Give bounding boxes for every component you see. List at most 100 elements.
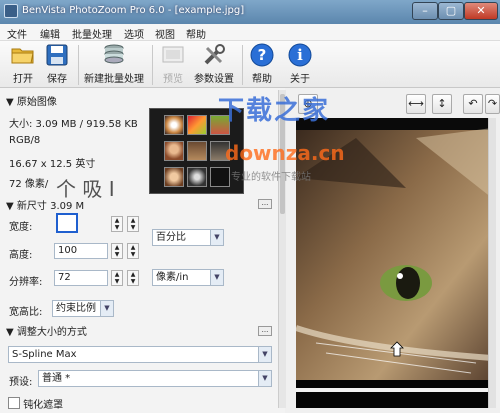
thumbnail-flower[interactable] xyxy=(164,115,184,135)
chevron-down-icon: ▼ xyxy=(100,301,113,316)
preset-label: 预设: xyxy=(9,377,33,388)
about-button[interactable]: i 关于 xyxy=(286,43,314,85)
newsize-header-value: 3.09 M xyxy=(50,201,85,212)
menu-file[interactable]: 文件 xyxy=(7,26,27,41)
rotate-right-icon[interactable]: ↷ xyxy=(485,94,500,114)
original-size: 大小: 3.09 MB / 919.58 KB xyxy=(9,119,138,130)
svg-text:i: i xyxy=(297,46,303,64)
settings-label: 参数设置 xyxy=(194,74,234,85)
size-unit-select[interactable]: 百分比 ▼ xyxy=(152,229,224,246)
info-icon: i xyxy=(287,43,313,67)
width-stepper[interactable]: ▲ ▼ xyxy=(111,216,123,232)
collapse-arrow-icon: ▼ xyxy=(6,327,14,338)
resolution-input[interactable]: 72 xyxy=(54,270,108,286)
chevron-down-icon: ▼ xyxy=(258,371,271,386)
unsharp-row[interactable]: 钝化遮罩 xyxy=(8,396,63,411)
unsharp-label: 钝化遮罩 xyxy=(23,400,64,411)
thumbnail-empty[interactable] xyxy=(210,167,230,187)
size-unit-value: 百分比 xyxy=(156,232,186,243)
original-resolution: 72 像素/ xyxy=(9,179,49,190)
method-select[interactable]: S-Spline Max ▼ xyxy=(8,346,272,363)
original-header-label: 原始图像 xyxy=(16,97,57,108)
preview-button[interactable]: 预览 xyxy=(158,43,188,85)
preset-select[interactable]: 普通 * ▼ xyxy=(38,370,272,387)
height-link-toggle[interactable]: ▲ ▼ xyxy=(127,243,139,259)
toolbar-separator xyxy=(152,45,153,85)
rotate-left-icon[interactable]: ↶ xyxy=(463,94,483,114)
title-bar: BenVista PhotoZoom Pro 6.0 - [example.jp… xyxy=(0,0,500,24)
watermark-title: 下载之家 xyxy=(218,96,331,126)
minimize-button[interactable]: – xyxy=(412,2,438,20)
width-label: 宽度: xyxy=(9,222,33,233)
menu-view[interactable]: 视图 xyxy=(155,26,175,41)
watermark-url: downza.cn xyxy=(225,141,345,165)
batch-stack-icon xyxy=(101,43,127,67)
resolution-unit-value: 像素/in xyxy=(156,272,189,283)
open-button[interactable]: 打开 xyxy=(8,43,38,85)
watermark-left: 个 吸 I xyxy=(56,177,115,201)
aspect-label: 宽高比: xyxy=(9,307,43,318)
menu-options[interactable]: 选项 xyxy=(124,26,144,41)
chevron-down-icon: ▼ xyxy=(210,270,223,285)
toolbar-separator xyxy=(78,45,79,85)
resolution-unit-select[interactable]: 像素/in ▼ xyxy=(152,269,224,286)
preview-scrollbar[interactable] xyxy=(488,118,496,408)
width-input[interactable] xyxy=(56,213,78,233)
help-button[interactable]: ? 帮助 xyxy=(248,43,276,85)
save-label: 保存 xyxy=(47,74,67,85)
thumbnail-portrait[interactable] xyxy=(164,141,184,161)
unsharp-checkbox[interactable] xyxy=(8,397,20,409)
menu-edit[interactable]: 编辑 xyxy=(40,26,60,41)
resolution-link-toggle[interactable]: ▲ ▼ xyxy=(127,270,139,286)
fit-height-icon[interactable]: ↕ xyxy=(432,94,452,114)
toolbar: 打开 保存 新建批量处理 预览 参数设置 ? 帮助 i 关于 xyxy=(0,41,500,88)
resize-header-label: 调整大小的方式 xyxy=(16,327,87,338)
height-stepper[interactable]: ▲ ▼ xyxy=(111,243,123,259)
thumbnail-cat[interactable] xyxy=(187,141,207,161)
about-label: 关于 xyxy=(290,74,310,85)
aspect-select[interactable]: 约束比例 ▼ xyxy=(52,300,114,317)
new-batch-label: 新建批量处理 xyxy=(84,74,144,85)
chevron-down-icon: ▼ xyxy=(210,230,223,245)
maximize-button[interactable]: ▢ xyxy=(438,2,464,20)
left-panel-scrollbar[interactable] xyxy=(278,90,286,408)
folder-icon xyxy=(10,43,36,67)
preset-value: 普通 * xyxy=(42,373,71,384)
floppy-icon xyxy=(44,43,70,67)
resolution-stepper[interactable]: ▲ ▼ xyxy=(111,270,123,286)
resolution-label: 分辨率: xyxy=(9,277,43,288)
save-button[interactable]: 保存 xyxy=(42,43,72,85)
toolbar-separator xyxy=(242,45,243,85)
resize-more-button[interactable]: ... xyxy=(258,326,272,336)
thumbnail-face[interactable] xyxy=(164,167,184,187)
thumbnail-person[interactable] xyxy=(187,167,207,187)
app-icon xyxy=(4,4,18,18)
menu-batch[interactable]: 批量处理 xyxy=(72,26,112,41)
height-input[interactable]: 100 xyxy=(54,243,108,259)
fit-width-icon[interactable]: ⟷ xyxy=(406,94,426,114)
collapse-arrow-icon: ▼ xyxy=(6,97,14,108)
window-title: BenVista PhotoZoom Pro 6.0 - [example.jp… xyxy=(22,5,245,16)
watermark-subtitle: 专业的软件下载站 xyxy=(231,172,311,183)
thumbnail-fruit[interactable] xyxy=(187,115,207,135)
chevron-down-icon: ▼ xyxy=(258,347,271,362)
aspect-value: 约束比例 xyxy=(56,303,96,314)
new-batch-button[interactable]: 新建批量处理 xyxy=(82,43,146,85)
help-label: 帮助 xyxy=(252,74,272,85)
newsize-more-button[interactable]: ... xyxy=(258,199,272,209)
newsize-header-label: 新尺寸 xyxy=(16,201,47,212)
tools-icon xyxy=(201,43,227,67)
width-link-toggle[interactable]: ▲ ▼ xyxy=(127,216,139,232)
question-icon: ? xyxy=(249,43,275,67)
svg-text:?: ? xyxy=(258,46,267,64)
original-mode: RGB/8 xyxy=(9,135,41,146)
original-section-header[interactable]: ▼ 原始图像 xyxy=(6,93,57,108)
menu-bar: 文件 编辑 批量处理 选项 视图 帮助 xyxy=(0,24,500,41)
close-button[interactable]: ✕ xyxy=(464,2,498,20)
open-label: 打开 xyxy=(13,74,33,85)
settings-button[interactable]: 参数设置 xyxy=(192,43,236,85)
preview-label: 预览 xyxy=(163,74,183,85)
preview-icon xyxy=(160,43,186,67)
menu-help[interactable]: 帮助 xyxy=(186,26,206,41)
resize-section-header[interactable]: ▼ 调整大小的方式 xyxy=(6,323,87,338)
